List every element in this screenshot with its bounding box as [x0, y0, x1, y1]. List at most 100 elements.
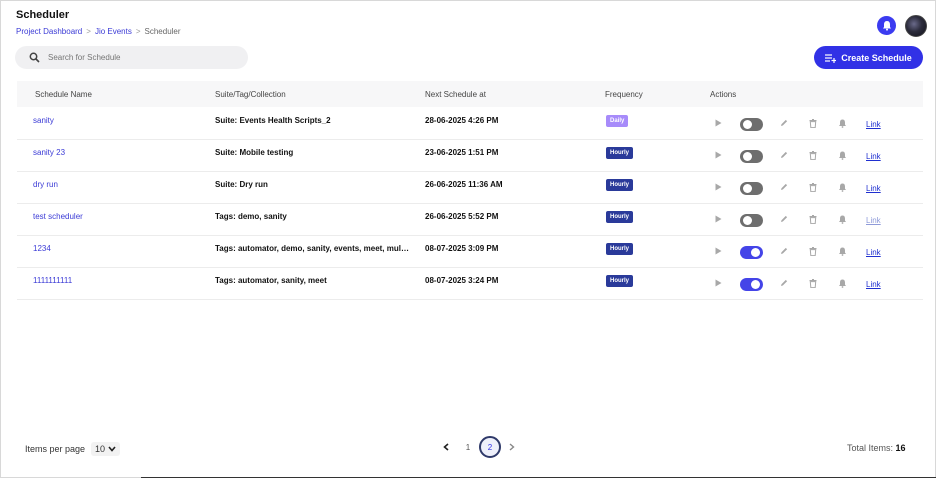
chevron-left-icon	[443, 443, 449, 451]
delete-button[interactable]	[809, 151, 817, 162]
edit-button[interactable]	[780, 119, 788, 129]
table-row: 1111111111 Tags: automator, sanity, meet 0…	[17, 268, 923, 300]
edit-icon	[781, 279, 788, 286]
breadcrumb: Project Dashboard > Jio Events > Scheduler	[16, 27, 181, 36]
play-icon	[715, 151, 722, 159]
search-input[interactable]	[48, 53, 228, 62]
report-link[interactable]: Link	[866, 184, 881, 193]
enable-toggle[interactable]	[740, 278, 763, 291]
next-schedule-cell: 26-06-2025 5:52 PM	[425, 212, 499, 221]
report-link[interactable]: Link	[866, 216, 881, 225]
enable-toggle[interactable]	[740, 214, 763, 227]
breadcrumb-jio-events[interactable]: Jio Events	[95, 27, 132, 36]
page-1-button[interactable]: 1	[457, 436, 479, 458]
delete-button[interactable]	[809, 247, 817, 258]
pagination: 1 2	[435, 435, 523, 459]
notification-button[interactable]	[838, 119, 847, 130]
next-schedule-cell: 08-07-2025 3:24 PM	[425, 276, 499, 285]
run-button[interactable]	[715, 151, 722, 161]
report-link[interactable]: Link	[866, 280, 881, 289]
notification-icon	[839, 119, 846, 128]
schedule-name-link[interactable]: sanity 23	[33, 148, 65, 157]
delete-button[interactable]	[809, 183, 817, 194]
frequency-badge: Daily	[606, 115, 629, 127]
table-header: Schedule Name Suite/Tag/Collection Next …	[17, 81, 923, 107]
notification-button[interactable]	[838, 215, 847, 226]
report-link[interactable]: Link	[866, 120, 881, 129]
notification-icon	[839, 183, 846, 192]
report-link[interactable]: Link	[866, 152, 881, 161]
chevron-right-icon	[509, 443, 515, 451]
edit-icon	[781, 119, 788, 126]
breadcrumb-project-dashboard[interactable]: Project Dashboard	[16, 27, 82, 36]
notification-button[interactable]	[838, 247, 847, 258]
column-schedule-name: Schedule Name	[35, 90, 92, 99]
next-page-button[interactable]	[501, 436, 523, 458]
play-icon	[715, 215, 722, 223]
items-per-page-select[interactable]: 10	[91, 442, 121, 456]
delete-icon	[809, 119, 817, 129]
avatar[interactable]	[905, 15, 927, 37]
schedule-name-link[interactable]: 1234	[33, 244, 51, 253]
schedule-name-link[interactable]: test scheduler	[33, 212, 83, 221]
column-actions: Actions	[710, 90, 737, 99]
next-schedule-cell: 26-06-2025 11:36 AM	[425, 180, 503, 189]
play-icon	[715, 119, 722, 127]
table-row: dry run Suite: Dry run 26-06-2025 11:36 AM…	[17, 172, 923, 204]
edit-button[interactable]	[780, 215, 788, 225]
edit-icon	[781, 247, 788, 254]
create-schedule-label: Create Schedule	[841, 52, 912, 63]
edit-icon	[781, 183, 788, 190]
edit-button[interactable]	[780, 279, 788, 289]
delete-button[interactable]	[809, 279, 817, 290]
notification-button[interactable]	[838, 183, 847, 194]
suite-cell: Suite: Events Health Scripts_2	[215, 116, 331, 125]
table-row: 1234 Tags: automator, demo, sanity, event…	[17, 236, 923, 268]
delete-button[interactable]	[809, 119, 817, 130]
chevron-down-icon	[108, 446, 116, 452]
page-title: Scheduler	[16, 9, 70, 21]
create-schedule-button[interactable]: Create Schedule	[814, 46, 923, 69]
edit-button[interactable]	[780, 183, 788, 193]
run-button[interactable]	[715, 119, 722, 129]
items-per-page-value: 10	[95, 444, 106, 454]
enable-toggle[interactable]	[740, 182, 763, 195]
run-button[interactable]	[715, 183, 722, 193]
notification-button[interactable]	[838, 279, 847, 290]
schedule-name-link[interactable]: dry run	[33, 180, 58, 189]
schedule-name-link[interactable]: sanity	[33, 116, 54, 125]
search-icon	[29, 52, 40, 63]
suite-cell: Tags: demo, sanity	[215, 212, 287, 221]
table-row: test scheduler Tags: demo, sanity 26-06-20…	[17, 204, 923, 236]
notification-icon	[839, 279, 846, 288]
column-suite: Suite/Tag/Collection	[215, 90, 286, 99]
frequency-badge: Hourly	[606, 243, 634, 255]
run-button[interactable]	[715, 279, 722, 289]
report-link[interactable]: Link	[866, 248, 881, 257]
edit-button[interactable]	[780, 247, 788, 257]
breadcrumb-separator-icon: >	[135, 27, 141, 36]
frequency-badge: Hourly	[606, 147, 634, 159]
edit-button[interactable]	[780, 151, 788, 161]
bell-icon	[882, 21, 891, 31]
delete-icon	[809, 215, 817, 225]
next-schedule-cell: 23-06-2025 1:51 PM	[425, 148, 499, 157]
suite-cell: Suite: Mobile testing	[215, 148, 294, 157]
breadcrumb-separator-icon: >	[86, 27, 91, 36]
notification-button[interactable]	[838, 151, 847, 162]
next-schedule-cell: 08-07-2025 3:09 PM	[425, 244, 499, 253]
page-2-button[interactable]: 2	[479, 436, 501, 458]
enable-toggle[interactable]	[740, 118, 763, 131]
delete-button[interactable]	[809, 215, 817, 226]
edit-icon	[781, 151, 788, 158]
notifications-button[interactable]	[877, 16, 896, 35]
run-button[interactable]	[715, 247, 722, 257]
run-button[interactable]	[715, 215, 722, 225]
frequency-badge: Hourly	[606, 179, 634, 191]
enable-toggle[interactable]	[740, 246, 763, 259]
schedule-name-link[interactable]: 1111111111	[33, 276, 72, 285]
previous-page-button[interactable]	[435, 436, 457, 458]
breadcrumb-scheduler: Scheduler	[144, 27, 181, 36]
enable-toggle[interactable]	[740, 150, 763, 163]
delete-icon	[809, 279, 817, 289]
